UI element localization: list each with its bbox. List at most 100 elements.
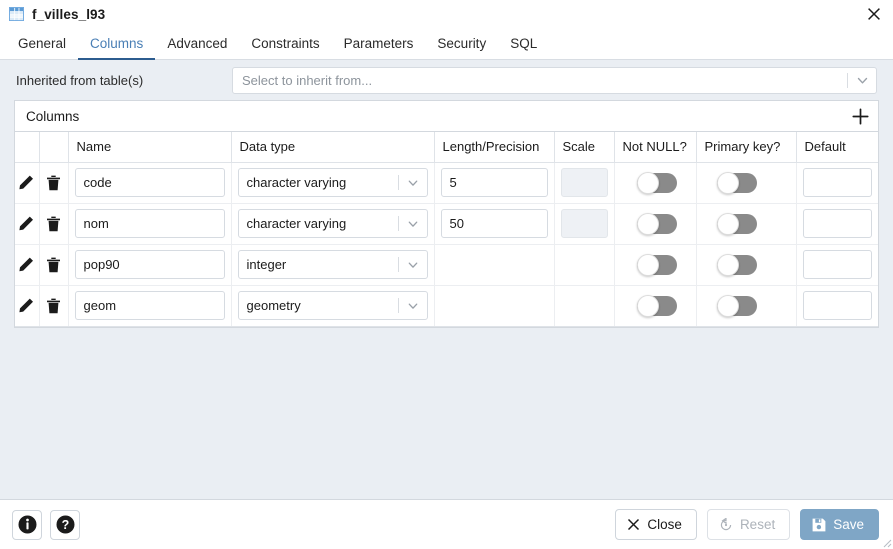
column-datatype-select[interactable]: geometry	[237, 291, 428, 320]
row-name-cell[interactable]	[68, 162, 232, 204]
close-dialog-button[interactable]	[855, 0, 893, 28]
column-length-input[interactable]	[440, 168, 548, 197]
row-edit-cell[interactable]	[15, 203, 40, 245]
row-notnull-cell[interactable]	[614, 162, 697, 204]
chevron-down-icon[interactable]	[399, 177, 427, 189]
row-primarykey-cell[interactable]	[696, 162, 797, 204]
trash-icon[interactable]	[43, 295, 65, 317]
row-delete-cell[interactable]	[39, 244, 69, 286]
resize-grip[interactable]	[880, 536, 892, 548]
trash-icon[interactable]	[43, 254, 65, 276]
row-edit-cell[interactable]	[15, 244, 40, 286]
not-null-toggle[interactable]	[636, 253, 677, 276]
row-length-cell[interactable]	[434, 203, 555, 245]
row-name-cell[interactable]	[68, 244, 232, 286]
tab-advanced[interactable]: Advanced	[155, 28, 239, 59]
inherited-from-select[interactable]: Select to inherit from...	[232, 66, 877, 94]
row-name-cell[interactable]	[68, 203, 232, 245]
not-null-toggle[interactable]	[636, 171, 677, 194]
row-default-cell[interactable]	[796, 162, 878, 204]
column-datatype-value: integer	[246, 257, 287, 272]
tab-security[interactable]: Security	[425, 28, 498, 59]
column-default-input[interactable]	[802, 291, 872, 320]
row-length-cell[interactable]	[434, 162, 555, 204]
column-name-input[interactable]	[74, 209, 225, 238]
row-datatype-cell[interactable]: character varying	[231, 203, 435, 245]
table-row: integer	[15, 244, 878, 286]
col-header-notnull: Not NULL?	[614, 132, 697, 163]
trash-icon[interactable]	[43, 172, 65, 194]
row-name-cell[interactable]	[68, 285, 232, 327]
column-name-input[interactable]	[74, 291, 225, 320]
row-edit-cell[interactable]	[15, 162, 40, 204]
chevron-down-icon[interactable]	[848, 74, 876, 87]
not-null-toggle[interactable]	[636, 294, 677, 317]
row-edit-cell[interactable]	[15, 285, 40, 327]
primary-key-toggle[interactable]	[716, 253, 757, 276]
row-delete-cell[interactable]	[39, 162, 69, 204]
toggle-knob	[716, 294, 739, 317]
pencil-icon[interactable]	[16, 171, 38, 193]
row-notnull-cell[interactable]	[614, 203, 697, 245]
columns-panel-header: Columns	[15, 101, 878, 132]
pencil-icon[interactable]	[16, 253, 38, 275]
table-row: character varying	[15, 162, 878, 204]
row-notnull-cell[interactable]	[614, 244, 697, 286]
trash-icon[interactable]	[43, 213, 65, 235]
footer-right-group: Close Reset Save	[615, 509, 879, 540]
reset-button[interactable]: Reset	[706, 509, 791, 540]
row-datatype-cell[interactable]: geometry	[231, 285, 435, 327]
row-delete-cell[interactable]	[39, 285, 69, 327]
tab-columns-label: Columns	[90, 36, 144, 51]
row-notnull-cell[interactable]	[614, 285, 697, 327]
row-primarykey-cell[interactable]	[696, 203, 797, 245]
tab-columns[interactable]: Columns	[78, 28, 156, 60]
row-delete-cell[interactable]	[39, 203, 69, 245]
primary-key-toggle[interactable]	[716, 171, 757, 194]
tab-general-label: General	[18, 36, 67, 51]
column-name-input[interactable]	[74, 250, 225, 279]
table-properties-dialog: f_villes_l93 General Columns Advanced Co…	[0, 0, 893, 549]
row-default-cell[interactable]	[796, 285, 878, 327]
chevron-down-icon[interactable]	[399, 259, 427, 271]
not-null-toggle[interactable]	[636, 212, 677, 235]
close-icon	[868, 8, 880, 20]
help-button[interactable]: ?	[50, 509, 80, 540]
tab-general[interactable]: General	[6, 28, 78, 59]
pencil-icon[interactable]	[16, 294, 38, 316]
row-datatype-cell[interactable]: integer	[231, 244, 435, 286]
row-default-cell[interactable]	[796, 203, 878, 245]
close-button[interactable]: Close	[615, 509, 697, 540]
toggle-knob	[636, 171, 659, 194]
tab-sql[interactable]: SQL	[498, 28, 549, 59]
dialog-footer: ? Close Reset Save	[0, 499, 893, 549]
info-button[interactable]	[12, 509, 42, 540]
columns-grid-body: character varying	[15, 162, 878, 327]
pencil-icon[interactable]	[16, 212, 38, 234]
column-name-input[interactable]	[74, 168, 225, 197]
column-datatype-select[interactable]: character varying	[237, 209, 428, 238]
chevron-down-icon[interactable]	[399, 218, 427, 230]
dialog-tabbar: General Columns Advanced Constraints Par…	[0, 28, 893, 60]
save-button[interactable]: Save	[800, 509, 879, 540]
tab-constraints[interactable]: Constraints	[239, 28, 331, 59]
chevron-down-icon[interactable]	[399, 300, 427, 312]
column-default-input[interactable]	[802, 209, 872, 238]
row-primarykey-cell[interactable]	[696, 244, 797, 286]
add-column-button[interactable]	[842, 101, 878, 131]
row-default-cell[interactable]	[796, 244, 878, 286]
column-datatype-select[interactable]: character varying	[237, 168, 428, 197]
column-datatype-select[interactable]: integer	[237, 250, 428, 279]
toggle-knob	[636, 294, 659, 317]
col-header-edit	[15, 132, 40, 163]
info-icon	[18, 515, 36, 534]
row-datatype-cell[interactable]: character varying	[231, 162, 435, 204]
column-default-input[interactable]	[802, 250, 872, 279]
row-primarykey-cell[interactable]	[696, 285, 797, 327]
notnull-toggle-wrap	[621, 212, 690, 235]
primary-key-toggle[interactable]	[716, 212, 757, 235]
column-default-input[interactable]	[802, 168, 872, 197]
column-length-input[interactable]	[440, 209, 548, 238]
primary-key-toggle[interactable]	[716, 294, 757, 317]
tab-parameters[interactable]: Parameters	[332, 28, 426, 59]
